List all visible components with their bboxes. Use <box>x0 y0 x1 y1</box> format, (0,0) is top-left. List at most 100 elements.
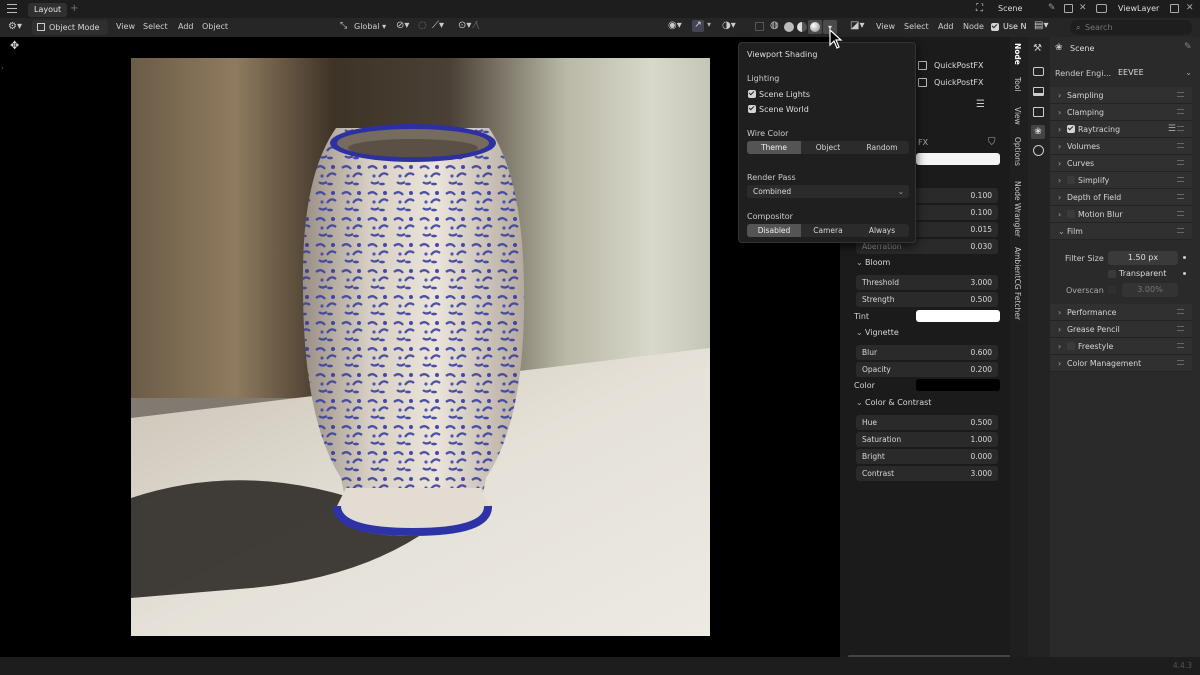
transform-orientation-icon[interactable]: ⤡ <box>340 21 347 31</box>
gizmo-icon[interactable]: ↗ <box>692 20 704 32</box>
panel-freestyle[interactable]: › Freestyle <box>1050 338 1192 355</box>
drag-handle-icon[interactable] <box>1177 211 1184 216</box>
pin-context-icon[interactable]: ✎ <box>1184 42 1192 52</box>
add-workspace-button[interactable]: + <box>70 3 78 14</box>
transform-tool-icon[interactable]: ✥ <box>10 39 19 52</box>
view-layer-tab-icon[interactable] <box>1033 107 1044 117</box>
transparent-checkbox[interactable] <box>1108 270 1116 278</box>
drag-handle-icon[interactable] <box>1177 177 1184 182</box>
render-icon[interactable] <box>1033 67 1044 76</box>
material-shading-icon[interactable] <box>797 22 807 32</box>
drag-handle-icon[interactable] <box>1177 309 1184 314</box>
menu-view[interactable]: View <box>116 20 135 34</box>
gizmo-dropdown-icon[interactable]: ▾ <box>707 20 711 29</box>
tab-node[interactable]: Node <box>1013 43 1022 65</box>
shield-icon[interactable]: ⛉ <box>988 137 996 148</box>
threshold-field[interactable]: Threshold 3.000 <box>856 275 998 290</box>
overlays-icon[interactable]: ◑▾ <box>722 20 736 31</box>
drag-handle-icon[interactable] <box>1177 92 1184 97</box>
scene-lights-toggle[interactable]: Scene Lights <box>748 90 810 99</box>
color-swatch-top[interactable] <box>916 153 1000 165</box>
raytracing-checkbox[interactable] <box>1067 125 1075 133</box>
drag-handle-icon[interactable] <box>1177 126 1184 131</box>
wire-color-object[interactable]: Object <box>801 141 855 154</box>
tab-ambientcg-fetcher[interactable]: AmbientCG Fetcher <box>1013 247 1022 320</box>
drag-handle-icon[interactable] <box>1177 194 1184 199</box>
drag-handle-icon[interactable] <box>1177 109 1184 114</box>
blur-field[interactable]: Blur 0.600 <box>856 345 998 360</box>
motion-blur-checkbox[interactable] <box>1067 210 1075 218</box>
drag-handle-icon[interactable] <box>1177 143 1184 148</box>
hue-field[interactable]: Hue 0.500 <box>856 415 998 430</box>
panel-performance[interactable]: › Performance <box>1050 304 1192 321</box>
tool-icon[interactable]: ⚒ <box>1033 43 1042 54</box>
pin-icon[interactable]: ✎ <box>1048 3 1056 13</box>
keyframe-dot-icon-2[interactable] <box>1183 272 1186 275</box>
menu-select[interactable]: Select <box>143 20 168 34</box>
drag-handle-icon[interactable] <box>1177 360 1184 365</box>
keyframe-dot-icon[interactable] <box>1183 256 1186 259</box>
panel-color-management[interactable]: › Color Management <box>1050 355 1192 372</box>
scene-name[interactable]: Scene <box>998 4 1022 13</box>
drag-handle-icon[interactable] <box>1177 160 1184 165</box>
panel-raytracing[interactable]: › Raytracing ☰ <box>1050 121 1192 138</box>
vignette-color-swatch[interactable] <box>916 379 1000 391</box>
scene-icon[interactable]: ⛶ <box>976 3 988 15</box>
opacity-field[interactable]: Opacity 0.200 <box>856 362 998 377</box>
node-group-name-1[interactable]: QuickPostFX <box>934 61 983 70</box>
node-menu-select[interactable]: Select <box>904 20 929 34</box>
panel-film[interactable]: ⌄ Film <box>1050 223 1192 240</box>
panel-grease-pencil[interactable]: › Grease Pencil <box>1050 321 1192 338</box>
use-nodes-checkbox[interactable] <box>991 23 1002 32</box>
xray-icon[interactable] <box>755 22 764 31</box>
node-group-name-2[interactable]: QuickPostFX <box>934 78 983 87</box>
menu-object[interactable]: Object <box>202 20 228 34</box>
saturation-field[interactable]: Saturation 1.000 <box>856 432 998 447</box>
delete-view-layer-icon[interactable]: ✕ <box>1186 3 1194 13</box>
snap-icon[interactable]: ◌ <box>418 20 427 31</box>
falloff-icon[interactable]: ⁄\ <box>474 20 479 31</box>
preset-list-icon[interactable]: ☰ <box>1168 124 1176 134</box>
panel-simplify[interactable]: › Simplify <box>1050 172 1192 189</box>
scene-world-toggle[interactable]: Scene World <box>748 105 809 114</box>
delete-scene-icon[interactable]: ✕ <box>1079 3 1087 13</box>
tab-options[interactable]: Options <box>1013 137 1022 166</box>
contrast-field[interactable]: Contrast 3.000 <box>856 466 998 481</box>
drag-handle-icon[interactable] <box>1177 326 1184 331</box>
compositor-always[interactable]: Always <box>855 224 909 237</box>
hamburger-icon[interactable] <box>7 4 17 13</box>
compositor-camera[interactable]: Camera <box>801 224 855 237</box>
new-scene-icon[interactable] <box>1064 4 1073 13</box>
transform-orientation-dropdown[interactable]: Global ▾ <box>354 20 386 34</box>
panel-volumes[interactable]: › Volumes <box>1050 138 1192 155</box>
editor-layout-icon[interactable]: ▤▾ <box>1034 20 1048 31</box>
visibility-icon[interactable]: ◉▾ <box>668 20 682 31</box>
color-contrast-section-header[interactable]: ⌄ Color & Contrast <box>856 398 931 407</box>
view-layer-icon[interactable] <box>1096 4 1107 13</box>
pivot-icon[interactable]: ⊘▾ <box>396 20 409 31</box>
bloom-section-header[interactable]: ⌄ Bloom <box>856 258 890 267</box>
wireframe-shading-icon[interactable]: ◍ <box>770 20 779 31</box>
proportional-edit-icon[interactable]: ⊙▾ <box>458 20 471 31</box>
simplify-checkbox[interactable] <box>1067 176 1075 184</box>
tint-color-swatch[interactable] <box>916 310 1000 322</box>
drag-handle-icon[interactable] <box>1177 343 1184 348</box>
scene-tab-icon[interactable]: ❀ <box>1031 125 1045 139</box>
bright-field[interactable]: Bright 0.000 <box>856 449 998 464</box>
world-icon[interactable] <box>1033 145 1044 156</box>
panel-sampling[interactable]: › Sampling <box>1050 87 1192 104</box>
tab-layout[interactable]: Layout <box>28 3 68 17</box>
mode-dropdown[interactable]: Object Mode ▾ <box>32 20 108 47</box>
panel-motion-blur[interactable]: › Motion Blur <box>1050 206 1192 223</box>
toolbar-expand-icon[interactable]: › <box>1 64 4 72</box>
compositor-disabled[interactable]: Disabled <box>747 224 801 237</box>
node-menu-add[interactable]: Add <box>938 20 954 34</box>
rendered-shading-icon[interactable] <box>808 20 822 34</box>
vignette-section-header[interactable]: ⌄ Vignette <box>856 328 899 337</box>
snap-target-icon[interactable]: ⟋▾ <box>432 20 444 31</box>
tab-node-wrangler[interactable]: Node Wrangler <box>1013 181 1022 237</box>
panel-curves[interactable]: › Curves <box>1050 155 1192 172</box>
node-menu-view[interactable]: View <box>876 20 895 34</box>
panel-depth-of-field[interactable]: › Depth of Field <box>1050 189 1192 206</box>
wire-color-theme[interactable]: Theme <box>747 141 801 154</box>
